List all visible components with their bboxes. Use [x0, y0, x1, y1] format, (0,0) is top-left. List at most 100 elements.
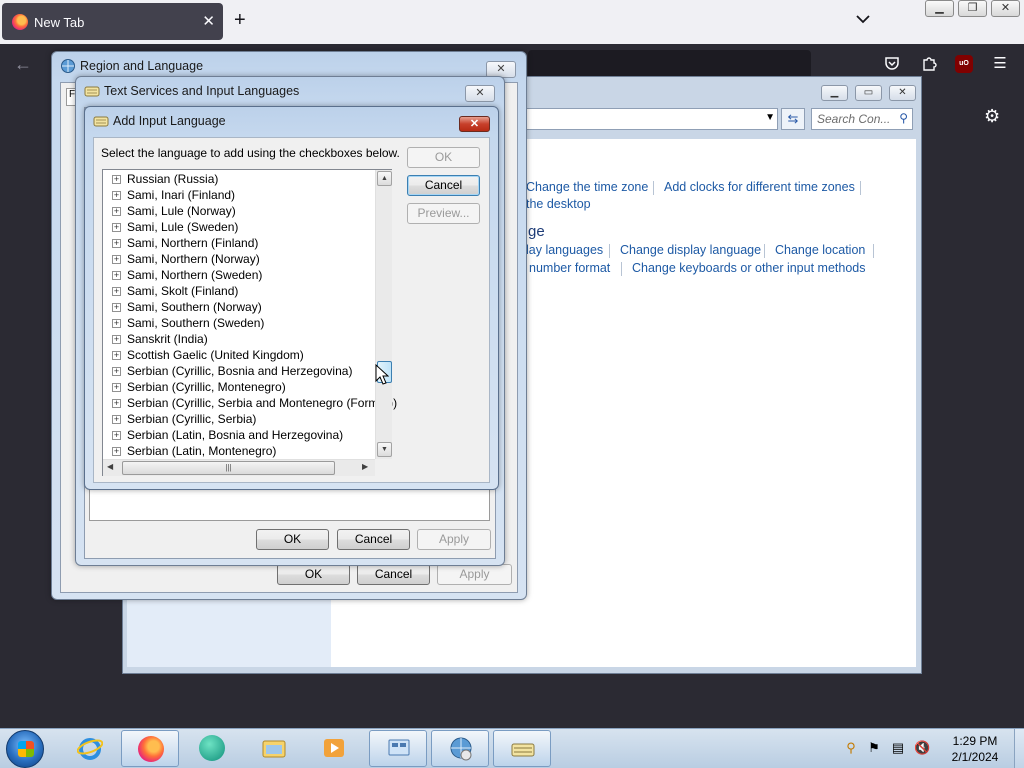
- cp-maximize-button[interactable]: ▭: [855, 85, 882, 101]
- language-tree-item[interactable]: + Sami, Southern (Norway): [103, 299, 375, 315]
- language-tree-item[interactable]: + Russian (Russia): [103, 171, 375, 187]
- language-tree-item[interactable]: + Sami, Northern (Norway): [103, 251, 375, 267]
- link-display-languages[interactable]: lay languages: [526, 243, 603, 257]
- cancel-button[interactable]: Cancel: [337, 529, 410, 550]
- language-tree-item[interactable]: + Sami, Lule (Norway): [103, 203, 375, 219]
- show-desktop-button[interactable]: [1014, 729, 1024, 768]
- taskbar-firefox[interactable]: [121, 730, 179, 767]
- scroll-right-arrow-icon[interactable]: ▶: [362, 462, 368, 471]
- expand-plus-icon[interactable]: +: [112, 287, 121, 296]
- taskbar-text-services[interactable]: [493, 730, 551, 767]
- menu-icon[interactable]: ☰: [991, 55, 1009, 73]
- cp-close-button[interactable]: ✕: [889, 85, 916, 101]
- ok-button[interactable]: OK: [277, 564, 350, 585]
- expand-plus-icon[interactable]: +: [112, 335, 121, 344]
- language-tree-item[interactable]: + Sami, Inari (Finland): [103, 187, 375, 203]
- apply-button[interactable]: Apply: [417, 529, 491, 550]
- link-the-desktop[interactable]: the desktop: [526, 197, 591, 211]
- expand-plus-icon[interactable]: +: [112, 191, 121, 200]
- taskbar-media-player[interactable]: [305, 730, 363, 767]
- refresh-icon[interactable]: ⇆: [781, 108, 805, 130]
- list-all-tabs-icon[interactable]: [856, 14, 870, 24]
- link-number-format[interactable]: number format: [529, 261, 610, 275]
- horizontal-scrollbar[interactable]: ◀ ||| ▶: [103, 459, 375, 476]
- expand-plus-icon[interactable]: +: [112, 415, 121, 424]
- action-center-flag-icon[interactable]: ⚑: [866, 740, 882, 756]
- expand-plus-icon[interactable]: +: [112, 431, 121, 440]
- language-tree-item[interactable]: + Sami, Northern (Sweden): [103, 267, 375, 283]
- taskbar-chat-app[interactable]: [183, 730, 241, 767]
- link-change-time-zone[interactable]: Change the time zone: [526, 180, 648, 194]
- expand-plus-icon[interactable]: +: [112, 175, 121, 184]
- taskbar-region-language[interactable]: [431, 730, 489, 767]
- search-icon[interactable]: ⚲: [899, 111, 908, 125]
- ublock-origin-icon[interactable]: uO: [955, 55, 973, 73]
- cp-minimize-button[interactable]: ▁: [821, 85, 848, 101]
- expand-plus-icon[interactable]: +: [112, 319, 121, 328]
- language-tree-item[interactable]: + Serbian (Cyrillic, Serbia): [103, 411, 375, 427]
- back-button[interactable]: ←: [14, 54, 32, 75]
- expand-plus-icon[interactable]: +: [112, 367, 121, 376]
- expand-plus-icon[interactable]: +: [112, 255, 121, 264]
- language-tree-item[interactable]: + Sanskrit (India): [103, 331, 375, 347]
- expand-plus-icon[interactable]: +: [112, 303, 121, 312]
- cp-address-bar[interactable]: ▼: [524, 108, 778, 130]
- close-icon[interactable]: ✕: [459, 116, 490, 132]
- language-tree-item[interactable]: + Serbian (Cyrillic, Bosnia and Herzegovi…: [103, 363, 375, 379]
- language-tree-item[interactable]: + Sami, Northern (Finland): [103, 235, 375, 251]
- ok-button[interactable]: OK: [407, 147, 480, 168]
- scroll-down-arrow-icon[interactable]: ▼: [377, 442, 392, 457]
- pocket-icon[interactable]: [883, 55, 901, 73]
- cancel-button[interactable]: Cancel: [357, 564, 430, 585]
- expand-plus-icon[interactable]: +: [112, 447, 121, 456]
- link-change-display-language[interactable]: Change display language: [620, 243, 761, 257]
- start-button[interactable]: [6, 730, 44, 768]
- address-dropdown-icon[interactable]: ▼: [765, 112, 775, 123]
- preview-button[interactable]: Preview...: [407, 203, 480, 224]
- search-tray-icon[interactable]: ⚲: [843, 740, 859, 756]
- language-tree-item[interactable]: + Scottish Gaelic (United Kingdom): [103, 347, 375, 363]
- language-tree-item[interactable]: + Serbian (Cyrillic, Montenegro): [103, 379, 375, 395]
- language-tree-item[interactable]: + Serbian (Latin, Montenegro): [103, 443, 375, 459]
- scroll-left-arrow-icon[interactable]: ◀: [107, 462, 113, 471]
- expand-plus-icon[interactable]: +: [112, 351, 121, 360]
- language-tree-item[interactable]: + Sami, Southern (Sweden): [103, 315, 375, 331]
- close-dialog-button[interactable]: ✕: [465, 85, 495, 102]
- settings-gear-icon[interactable]: ⚙: [984, 106, 1000, 127]
- tab-close-icon[interactable]: ✕: [202, 12, 215, 30]
- link-add-clocks[interactable]: Add clocks for different time zones: [664, 180, 855, 194]
- taskbar-clock[interactable]: 1:29 PM 2/1/2024: [940, 733, 1010, 765]
- restore-button[interactable]: ❐: [958, 0, 987, 17]
- network-icon[interactable]: ▤: [890, 740, 906, 756]
- apply-button[interactable]: Apply: [437, 564, 512, 585]
- taskbar-internet-explorer[interactable]: [61, 730, 119, 767]
- volume-muted-icon[interactable]: 🔇: [914, 740, 930, 756]
- language-tree-item[interactable]: + Serbian (Latin, Bosnia and Herzegovina): [103, 427, 375, 443]
- expand-plus-icon[interactable]: +: [112, 383, 121, 392]
- tab-new-tab[interactable]: New Tab ✕: [2, 3, 223, 40]
- expand-plus-icon[interactable]: +: [112, 399, 121, 408]
- language-tree-item[interactable]: + Serbian (Cyrillic, Serbia and Montenegr…: [103, 395, 397, 411]
- extensions-icon[interactable]: [920, 55, 938, 73]
- expand-plus-icon[interactable]: +: [112, 239, 121, 248]
- language-tree-item[interactable]: + Sami, Lule (Sweden): [103, 219, 375, 235]
- minimize-button[interactable]: ▁: [925, 0, 954, 17]
- expand-plus-icon[interactable]: +: [112, 207, 121, 216]
- vertical-scrollbar[interactable]: ▲ ▼: [375, 170, 392, 459]
- link-change-location[interactable]: Change location: [775, 243, 865, 257]
- scroll-up-arrow-icon[interactable]: ▲: [377, 171, 392, 186]
- language-label: Sami, Northern (Finland): [127, 236, 259, 250]
- language-tree[interactable]: + Russian (Russia) + Sami, Inari (Finland) +…: [102, 169, 397, 476]
- ok-button[interactable]: OK: [256, 529, 329, 550]
- taskbar-control-panel[interactable]: [369, 730, 427, 767]
- link-change-keyboards[interactable]: Change keyboards or other input methods: [632, 261, 865, 275]
- cancel-button[interactable]: Cancel: [407, 175, 480, 196]
- expand-plus-icon[interactable]: +: [112, 223, 121, 232]
- taskbar-explorer[interactable]: [245, 730, 303, 767]
- horizontal-scroll-thumb[interactable]: |||: [122, 461, 335, 475]
- language-tree-item[interactable]: + Sami, Skolt (Finland): [103, 283, 375, 299]
- new-tab-button[interactable]: +: [234, 10, 246, 30]
- cp-search-input[interactable]: Search Con... ⚲: [811, 108, 913, 130]
- close-window-button[interactable]: ✕: [991, 0, 1020, 17]
- expand-plus-icon[interactable]: +: [112, 271, 121, 280]
